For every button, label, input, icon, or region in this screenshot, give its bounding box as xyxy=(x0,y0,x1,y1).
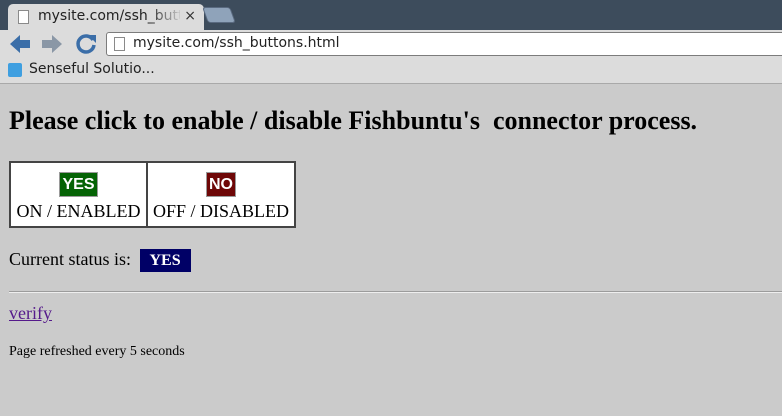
forward-button[interactable] xyxy=(40,32,64,56)
page-title: Please click to enable / disable Fishbun… xyxy=(9,106,698,135)
divider xyxy=(9,291,782,293)
close-icon[interactable]: × xyxy=(184,8,196,24)
enable-button[interactable]: YES ON / ENABLED xyxy=(9,161,148,228)
status-badge: YES xyxy=(139,249,191,273)
bookmark-senseful[interactable]: Senseful Solutio... xyxy=(29,61,155,77)
toggle-table: YES ON / ENABLED NO OFF / DISABLED xyxy=(9,161,296,228)
url-text: mysite.com/ssh_buttons.html xyxy=(133,35,340,51)
address-bar[interactable]: mysite.com/ssh_buttons.html xyxy=(106,32,782,56)
browser-toolbar: mysite.com/ssh_buttons.html xyxy=(0,30,782,58)
status-row: Current status is: YES xyxy=(9,249,191,273)
page-icon xyxy=(114,37,125,51)
disable-button[interactable]: NO OFF / DISABLED xyxy=(146,161,296,228)
enable-label: ON / ENABLED xyxy=(16,201,141,221)
globe-icon xyxy=(8,63,22,77)
disable-label: OFF / DISABLED xyxy=(152,201,290,221)
refresh-note: Page refreshed every 5 seconds xyxy=(9,344,185,359)
browser-tab[interactable]: mysite.com/ssh_buttons.html × xyxy=(8,4,204,30)
bookmarks-bar: Senseful Solutio... xyxy=(0,58,782,84)
tab-title-fade xyxy=(148,7,184,27)
forward-arrow-icon xyxy=(42,35,62,53)
page-icon xyxy=(18,10,29,24)
verify-link[interactable]: verify xyxy=(9,303,52,324)
reload-button[interactable] xyxy=(74,32,98,56)
status-label: Current status is: xyxy=(9,249,131,269)
yes-badge[interactable]: YES xyxy=(59,172,98,197)
back-arrow-icon xyxy=(10,35,30,53)
new-tab-button[interactable] xyxy=(202,7,236,23)
reload-icon xyxy=(76,34,96,54)
back-button[interactable] xyxy=(8,32,32,56)
tab-strip: mysite.com/ssh_buttons.html × xyxy=(0,0,782,30)
no-badge[interactable]: NO xyxy=(206,172,236,197)
